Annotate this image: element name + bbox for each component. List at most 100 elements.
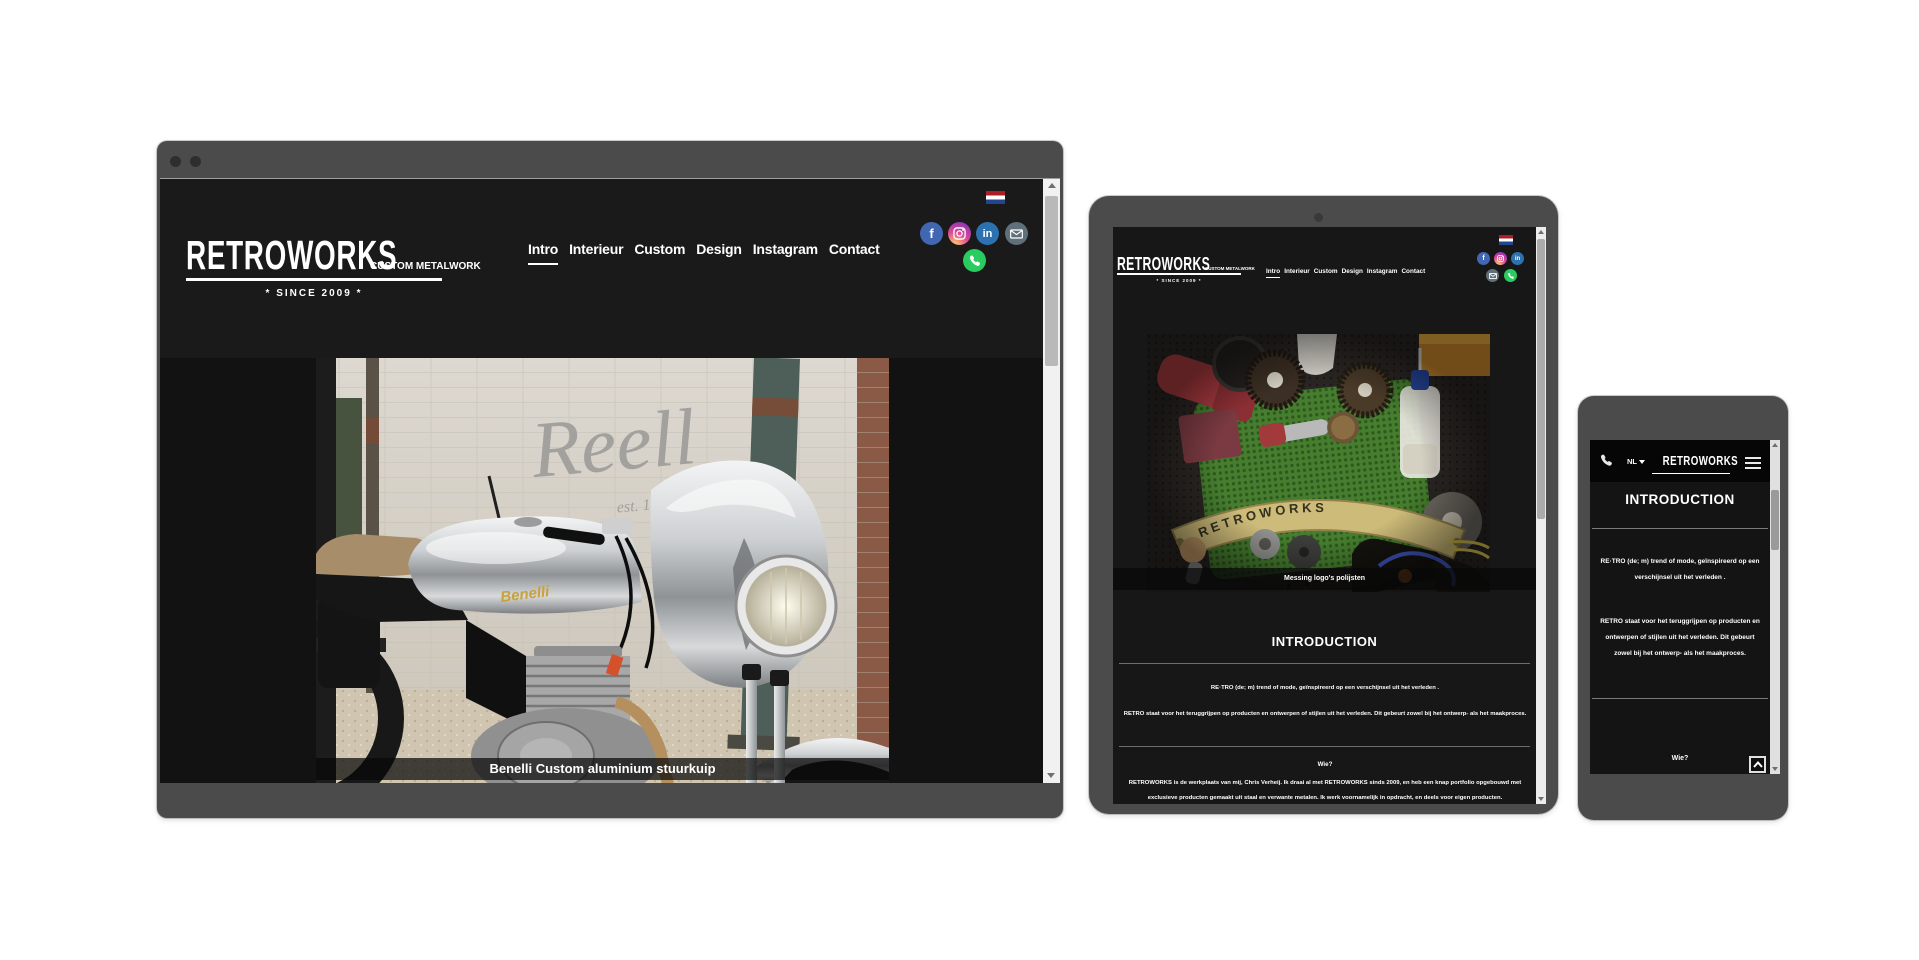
scrollbar-up-arrow[interactable] (1772, 443, 1778, 447)
desktop-hero-section: Reell est. 1997 (160, 358, 1043, 783)
divider (1592, 528, 1768, 529)
hero-caption: Messing logo's polijsten (1113, 568, 1536, 590)
section-title-introduction: INTRODUCTION (1113, 634, 1536, 649)
window-dot-2 (190, 156, 201, 167)
phone-page: NL RETROWORKS INTRODUCTION RE·TRO (de; m… (1590, 440, 1770, 774)
site-logo[interactable]: RETROWORKS CUSTOM METALWORK * SINCE 2009… (186, 235, 442, 299)
scrollbar-thumb[interactable] (1045, 196, 1058, 366)
desktop-browser-mockup: RETROWORKS CUSTOM METALWORK * SINCE 2009… (157, 141, 1063, 818)
whatsapp-phone-glyph (968, 254, 982, 268)
scroll-to-top-button[interactable] (1749, 756, 1766, 773)
logo-tagline: CUSTOM METALWORK (370, 261, 481, 272)
workbench-scene: RETROWORKS (1147, 334, 1490, 592)
phone-screen: NL RETROWORKS INTRODUCTION RE·TRO (de; m… (1590, 440, 1780, 774)
logo-text: RETROWORKS (186, 235, 360, 276)
motorcycle-scene: Reell est. 1997 (316, 358, 889, 783)
linkedin-letters: in (1515, 256, 1520, 262)
scrollbar-down-arrow[interactable] (1772, 767, 1778, 771)
linkedin-letters: in (983, 228, 993, 240)
nav-item-intro[interactable]: Intro (1266, 268, 1280, 278)
whatsapp-icon[interactable] (963, 249, 986, 272)
netherlands-flag-icon[interactable] (986, 191, 1005, 204)
who-title: Wie? (1120, 761, 1530, 768)
section-title-introduction: INTRODUCTION (1590, 492, 1770, 507)
tablet-screen: RETROWORKS CUSTOM METALWORK * SINCE 2009… (1113, 227, 1546, 804)
desktop-site-header: RETROWORKS CUSTOM METALWORK * SINCE 2009… (160, 179, 1043, 358)
email-icon[interactable] (1005, 222, 1028, 245)
divider (1592, 698, 1768, 699)
nav-item-instagram[interactable]: Instagram (1367, 268, 1398, 278)
main-nav: Intro Interieur Custom Design Instagram … (528, 241, 880, 265)
envelope-glyph (1010, 229, 1023, 239)
who-paragraph: RETROWORKS is de werkplaats van mij, Chr… (1598, 772, 1762, 774)
tablet-page: RETROWORKS CUSTOM METALWORK * SINCE 2009… (1113, 227, 1536, 804)
hero-image-workbench: RETROWORKS (1147, 334, 1490, 592)
nav-item-custom[interactable]: Custom (1314, 268, 1338, 278)
facebook-letter: f (1482, 255, 1484, 262)
tablet-mockup: RETROWORKS CUSTOM METALWORK * SINCE 2009… (1089, 196, 1558, 814)
scrollbar-down-arrow[interactable] (1047, 773, 1055, 778)
desktop-viewport: RETROWORKS CUSTOM METALWORK * SINCE 2009… (160, 178, 1060, 783)
instagram-icon[interactable] (1494, 252, 1507, 265)
desktop-scrollbar[interactable] (1043, 179, 1060, 783)
intro-paragraph-1: RE·TRO (de; m) trend of mode, geïnspiree… (1120, 679, 1530, 697)
instagram-icon[interactable] (948, 222, 971, 245)
nav-item-contact[interactable]: Contact (1401, 268, 1425, 278)
phone-mockup: NL RETROWORKS INTRODUCTION RE·TRO (de; m… (1578, 396, 1788, 820)
language-selector[interactable]: NL (1627, 457, 1645, 466)
logo-since: * SINCE 2009 * (1117, 278, 1241, 283)
scrollbar-down-arrow[interactable] (1538, 797, 1544, 801)
whatsapp-phone-glyph (1507, 272, 1515, 280)
phone-scrollbar[interactable] (1770, 440, 1780, 774)
divider (1119, 663, 1530, 664)
who-title: Wie? (1598, 755, 1762, 762)
nav-item-intro[interactable]: Intro (528, 241, 558, 265)
phone-site-logo[interactable]: RETROWORKS (1652, 452, 1730, 474)
nav-item-design[interactable]: Design (696, 241, 741, 265)
tablet-camera-dot (1314, 213, 1323, 222)
chevron-up-icon (1753, 761, 1763, 768)
intro-paragraph-2: RETRO staat voor het teruggrijpen op pro… (1120, 705, 1530, 723)
linkedin-icon[interactable]: in (976, 222, 999, 245)
scrollbar-thumb[interactable] (1537, 239, 1545, 519)
nav-item-interieur[interactable]: Interieur (569, 241, 623, 265)
desktop-page: RETROWORKS CUSTOM METALWORK * SINCE 2009… (160, 179, 1043, 783)
whatsapp-icon[interactable] (1504, 269, 1517, 282)
nav-item-design[interactable]: Design (1342, 268, 1363, 278)
logo-text: RETROWORKS (1117, 255, 1201, 273)
responsive-preview-canvas: RETROWORKS CUSTOM METALWORK * SINCE 2009… (0, 0, 1919, 960)
instagram-camera-glyph (1497, 255, 1504, 262)
tablet-scrollbar[interactable] (1536, 227, 1546, 804)
logo-tagline: CUSTOM METALWORK (1205, 266, 1255, 271)
instagram-camera-glyph (953, 227, 966, 240)
logo-text: RETROWORKS (1663, 455, 1738, 467)
nav-item-custom[interactable]: Custom (634, 241, 685, 265)
nav-item-contact[interactable]: Contact (829, 241, 880, 265)
facebook-letter: f (929, 226, 933, 241)
nav-item-interieur[interactable]: Interieur (1284, 268, 1310, 278)
scrollbar-up-arrow[interactable] (1048, 183, 1056, 188)
hero-caption: Benelli Custom aluminium stuurkuip (316, 758, 889, 780)
facebook-icon[interactable]: f (920, 222, 943, 245)
who-paragraph: RETROWORKS is de werkplaats van mij, Chr… (1120, 776, 1530, 804)
scrollbar-up-arrow[interactable] (1538, 230, 1544, 234)
logo-since: * SINCE 2009 * (186, 288, 442, 299)
nav-item-instagram[interactable]: Instagram (753, 241, 818, 265)
envelope-glyph (1489, 273, 1497, 279)
language-label: NL (1627, 457, 1637, 466)
phone-call-icon[interactable] (1599, 453, 1614, 468)
scrollbar-thumb[interactable] (1771, 490, 1779, 550)
hamburger-menu-icon[interactable] (1745, 454, 1761, 472)
facebook-icon[interactable]: f (1477, 252, 1490, 265)
chevron-down-icon (1639, 460, 1645, 464)
divider (1119, 746, 1530, 747)
window-dot-1 (170, 156, 181, 167)
tablet-site-logo[interactable]: RETROWORKS CUSTOM METALWORK * SINCE 2009… (1117, 255, 1241, 283)
hero-image-motorcycle: Reell est. 1997 (316, 358, 889, 783)
tablet-main-nav: Intro Interieur Custom Design Instagram … (1266, 268, 1425, 278)
intro-paragraph-2: RETRO staat voor het teruggrijpen op pro… (1598, 614, 1762, 662)
phone-site-header: NL RETROWORKS (1590, 440, 1770, 482)
linkedin-icon[interactable]: in (1511, 252, 1524, 265)
email-icon[interactable] (1486, 269, 1499, 282)
netherlands-flag-icon[interactable] (1499, 235, 1513, 245)
